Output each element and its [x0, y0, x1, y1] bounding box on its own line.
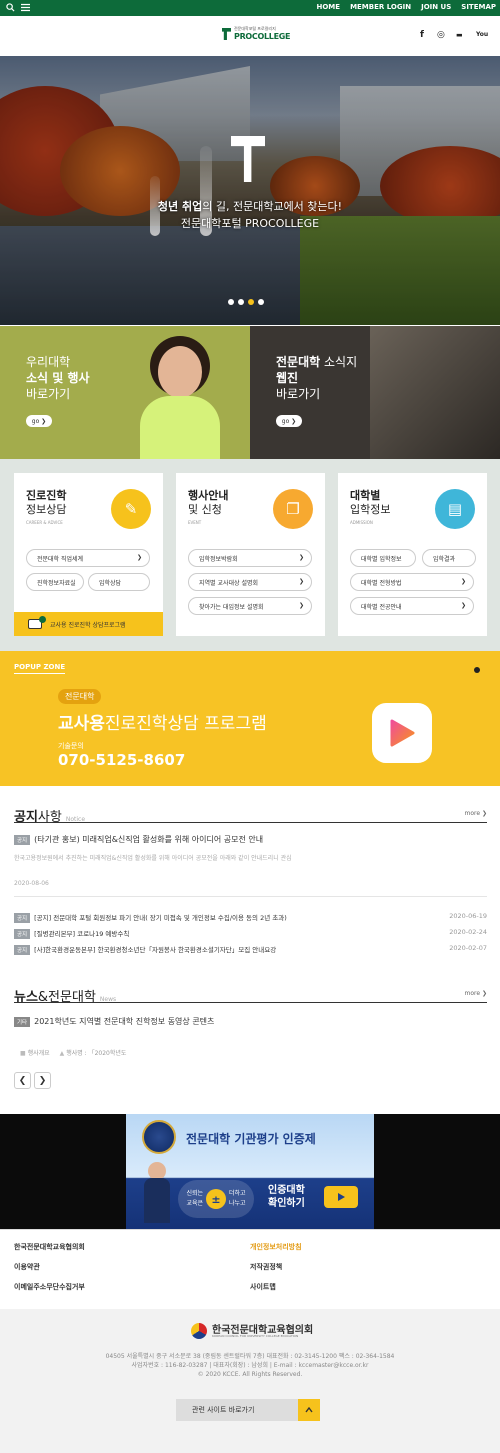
popup-tag: 전문대학 — [58, 689, 102, 704]
career-card: 진로진학 정보상담 CAREER & ADVICE ✎ 전문대학 직업세계 ❯ 진학… — [14, 473, 163, 636]
logo-text: PROCOLLEGE — [234, 32, 291, 41]
accreditation-banner[interactable]: 전문대학 기관평가 인증제 신뢰는 교육은 ± 더하고 나누고 인증대학 확인하기 — [126, 1114, 374, 1229]
news-more-link[interactable]: more ❯ — [465, 990, 487, 997]
footer-address: 04505 서울특별시 중구 서소문로 38 (중림동 센트럴타워 7층) 대표… — [105, 1353, 395, 1360]
accreditation-title: 전문대학 기관평가 인증제 — [186, 1132, 316, 1146]
home-link[interactable]: HOME — [317, 3, 341, 11]
visiting-briefing-link[interactable]: 찾아가는 대입정보 설명회 ❯ — [188, 597, 312, 615]
news-next-button[interactable]: ❯ — [34, 1072, 51, 1089]
news-item[interactable]: 기타 2021학년도 지역별 전문대학 진학정보 동영상 콘텐츠 — [14, 1016, 487, 1027]
admission-card: 대학별 입학정보 ADMISSION ▤ 대학별 입학정보 입학결과 대학별 전형… — [338, 473, 487, 636]
privacy-policy-link[interactable]: 개인정보처리방침 — [250, 1242, 302, 1252]
person-shirt — [140, 396, 220, 459]
go-button[interactable]: go ❯ — [276, 415, 302, 427]
popup-title: 교사용진로진학상담 프로그램 — [58, 714, 267, 734]
classroom-photo — [370, 326, 500, 459]
go-button[interactable]: go ❯ — [26, 415, 52, 427]
document-pen-icon: ✎ — [111, 489, 151, 529]
footer-business-info: 사업자번호 : 116-82-03287 | 대표자(회장) : 남성희 | E… — [131, 1362, 369, 1369]
job-world-link[interactable]: 전문대학 직업세계 ❯ — [26, 549, 150, 567]
instagram-icon[interactable]: ◎ — [437, 30, 445, 40]
chevron-right-icon: ❯ — [460, 602, 466, 609]
notice-more-link[interactable]: more ❯ — [465, 810, 487, 817]
facebook-icon[interactable]: f — [420, 30, 424, 40]
sitemap-link[interactable]: SITEMAP — [461, 3, 496, 11]
chevron-right-icon: ❯ — [298, 578, 304, 585]
hero-slider[interactable]: 청년 취업의 길, 전문대학교에서 찾는다! 전문대학포털 PROCOLLEGE — [0, 56, 500, 325]
chevron-right-icon: ❯ — [298, 602, 304, 609]
kcce-logo-icon — [191, 1323, 207, 1339]
notice-featured-title[interactable]: 공지 (타기관 홍보) 미래직업&신직업 활성화를 위해 아이디어 공모전 안내 — [14, 834, 487, 845]
copyright-policy-link[interactable]: 저작권정책 — [250, 1262, 282, 1272]
top-bar: HOME MEMBER LOGIN JOIN US SITEMAP — [0, 0, 500, 16]
tel-number: 070-5125-8607 — [58, 751, 186, 769]
member-login-link[interactable]: MEMBER LOGIN — [350, 3, 411, 11]
youtube-icon[interactable]: You — [476, 31, 488, 38]
news-prev-button[interactable]: ❮ — [14, 1072, 31, 1089]
slider-pagination[interactable] — [228, 299, 264, 305]
sitemap-footer-link[interactable]: 사이트맵 — [250, 1282, 276, 1292]
notice-featured-date: 2020-08-06 — [14, 880, 49, 887]
quick-menu-section: 진로진학 정보상담 CAREER & ADVICE ✎ 전문대학 직업세계 ❯ 진학… — [0, 459, 500, 651]
logo-mark-icon — [222, 28, 231, 40]
chevron-right-icon: ❯ — [460, 578, 466, 585]
cta-text: 인증대학 확인하기 — [268, 1185, 305, 1209]
notice-item[interactable]: 공지 [질병관리본부] 코로나19 예방수칙 2020-02-24 — [14, 928, 487, 939]
notice-item[interactable]: 공지 [공지] 전문대학 포털 회원정보 파기 안내( 장기 미접속 및 개인정보… — [14, 912, 487, 923]
email-refusal-link[interactable]: 이메일주소무단수집거부 — [14, 1282, 85, 1292]
hamburger-menu-icon[interactable] — [21, 3, 30, 15]
documents-icon: ❐ — [273, 489, 313, 529]
selection-method-link[interactable]: 대학별 전형방법 ❯ — [350, 573, 474, 591]
tel-label: 기술문의 — [58, 742, 84, 750]
footer-org-en: KOREAN COUNCIL FOR UNIVERSITY COLLEGE ED… — [212, 1334, 299, 1338]
admission-data-link[interactable]: 진학정보자료실 — [26, 573, 84, 591]
chevron-up-icon[interactable] — [298, 1399, 320, 1421]
search-icon[interactable] — [6, 3, 15, 15]
terms-link[interactable]: 이용약관 — [14, 1262, 40, 1272]
site-footer: 한국전문대학교육협의회 KOREAN COUNCIL FOR UNIVERSIT… — [0, 1309, 500, 1453]
join-us-link[interactable]: JOIN US — [421, 3, 451, 11]
popup-pagination-dot[interactable] — [474, 667, 480, 673]
slogan-badge: 신뢰는 교육은 ± 더하고 나누고 — [178, 1180, 254, 1218]
slide-dot[interactable] — [228, 299, 234, 305]
procollege-logo[interactable]: 전문대학포털 프로칼리지 PROCOLLEGE — [222, 24, 291, 48]
notice-item[interactable]: 공지 [사]한국환경운동본부] 한국환경청소년단「자원봉사 한국환경소셜기자단」모… — [14, 944, 487, 955]
accreditation-seal-icon — [142, 1120, 176, 1154]
notice-section: 공지사항 Notice more ❯ 공지 (타기관 홍보) 미래직업&신직업 활성… — [0, 786, 500, 1114]
notification-dot-icon — [39, 616, 46, 623]
slide-dot[interactable] — [258, 299, 264, 305]
play-button-icon[interactable] — [324, 1186, 358, 1208]
chevron-right-icon: ❯ — [298, 554, 304, 561]
admission-counsel-link[interactable]: 입학상담 — [88, 573, 150, 591]
plus-minus-icon: ± — [206, 1189, 226, 1209]
major-guide-link[interactable]: 대학별 전공안내 ❯ — [350, 597, 474, 615]
event-card: 행사안내 및 신청 EVENT ❐ 입학정보박람회 ❯ 지역별 교사대상 설명회 ❯ … — [176, 473, 325, 636]
admission-info-link[interactable]: 대학별 입학정보 — [350, 549, 416, 567]
play-app-icon[interactable] — [372, 703, 432, 763]
related-sites-select[interactable]: 관련 사이트 바로가기 — [176, 1399, 298, 1421]
slide-dot-active[interactable] — [248, 299, 254, 305]
webzine-banner[interactable]: 전문대학 소식지 웹진 바로가기 go ❯ — [250, 326, 500, 459]
hero-headline: 청년 취업의 길, 전문대학교에서 찾는다! — [157, 200, 343, 213]
kcce-link[interactable]: 한국전문대학교육협의회 — [14, 1242, 85, 1252]
footer-copyright: © 2020 KCCE. All Rights Reserved. — [197, 1371, 303, 1378]
admission-fair-link[interactable]: 입학정보박람회 ❯ — [188, 549, 312, 567]
footer-nav: 한국전문대학교육협의회 이용약관 이메일주소무단수집거부 개인정보처리방침 저작… — [0, 1229, 500, 1309]
notice-featured-desc: 한국고용정보원에서 추진하는 미래직업&신직업 활성화를 위해 아이디어 공모전… — [14, 855, 292, 862]
news-meta: ■ 행사개요 ▲ 행사명 : 「2020학년도 — [20, 1050, 127, 1057]
accreditation-banner-section: 전문대학 기관평가 인증제 신뢰는 교육은 ± 더하고 나누고 인증대학 확인하기 — [0, 1114, 500, 1229]
teacher-program-link[interactable]: 교사용 진로진학 상담프로그램 — [14, 612, 163, 636]
person-face — [158, 346, 202, 398]
admission-result-link[interactable]: 입학결과 — [422, 549, 476, 567]
regional-briefing-link[interactable]: 지역별 교사대상 설명회 ❯ — [188, 573, 312, 591]
slide-dot[interactable] — [238, 299, 244, 305]
hero-subheadline: 전문대학포털 PROCOLLEGE — [180, 217, 320, 230]
school-news-banner[interactable]: 우리대학 소식 및 행사 바로가기 go ❯ — [0, 326, 250, 459]
popup-zone-label: POPUP ZONE — [14, 663, 66, 674]
chevron-right-icon: ❯ — [136, 554, 142, 561]
presentation-board-icon: ▤ — [435, 489, 475, 529]
blog-icon[interactable]: ▬ — [456, 31, 463, 39]
popup-zone[interactable]: POPUP ZONE 전문대학 교사용진로진학상담 프로그램 기술문의 070-… — [0, 651, 500, 786]
